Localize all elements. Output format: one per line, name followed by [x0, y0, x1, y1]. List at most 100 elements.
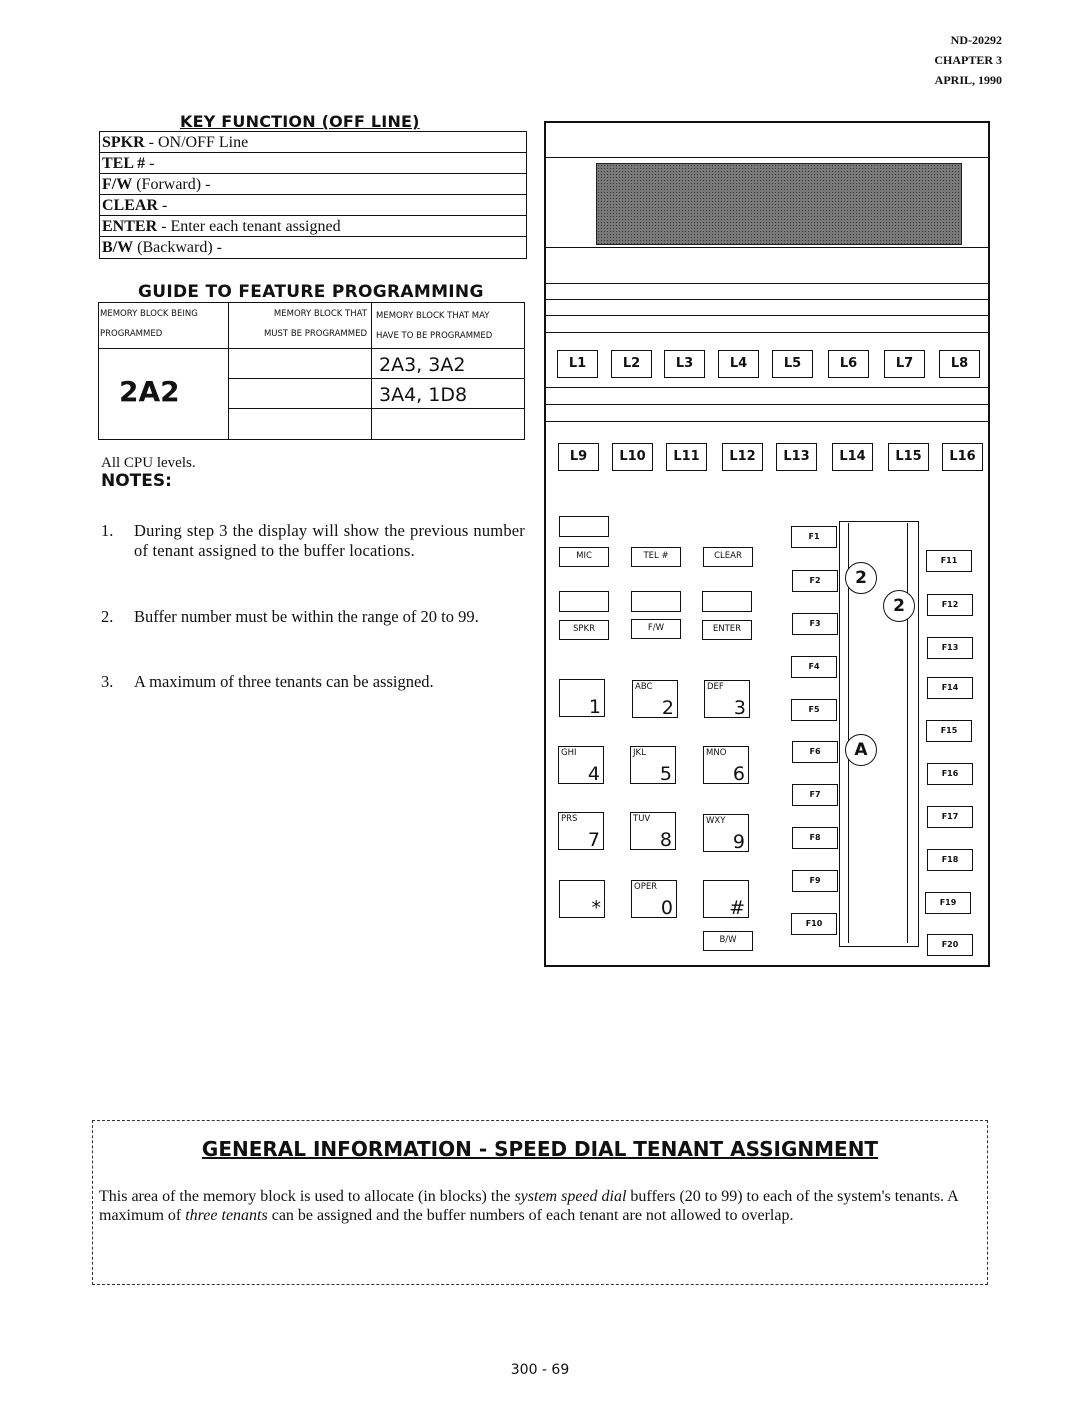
line-key-l4[interactable]: L4 — [718, 350, 759, 378]
dial-key-1[interactable]: 1 — [559, 679, 605, 718]
function-key-f17[interactable]: F17 — [927, 806, 973, 828]
function-key-f19[interactable]: F19 — [925, 892, 971, 914]
header-line: HAVE TO BE PROGRAMMED — [376, 331, 493, 341]
function-key-f11[interactable]: F11 — [926, 550, 972, 572]
function-key-f7[interactable]: F7 — [792, 784, 838, 806]
line-key-l7[interactable]: L7 — [884, 350, 925, 378]
dial-key-0[interactable]: OPER 0 — [631, 880, 677, 919]
line-key-l13[interactable]: L13 — [776, 443, 817, 471]
header-line: MEMORY BLOCK THAT MAY — [376, 311, 490, 321]
function-key-f16[interactable]: F16 — [927, 763, 973, 785]
function-key-f9[interactable]: F9 — [792, 870, 838, 892]
note-item: 1. During step 3 the display will show t… — [101, 521, 525, 561]
spkr-indicator — [559, 591, 609, 612]
line-key-l12[interactable]: L12 — [722, 443, 763, 471]
dial-digit: * — [591, 897, 602, 919]
bw-button[interactable]: B/W — [703, 931, 753, 951]
note-item: 2. Buffer number must be within the rang… — [101, 607, 525, 627]
key-name: SPKR — [102, 134, 145, 151]
line-key-l11[interactable]: L11 — [666, 443, 707, 471]
key-function-title: KEY FUNCTION (OFF LINE) — [180, 112, 420, 131]
col1-header: MEMORY BLOCK BEING PROGRAMMED — [100, 304, 198, 344]
key-desc: - ON/OFF Line — [144, 134, 249, 151]
block-being-programmed: 2A2 — [119, 375, 180, 408]
line-key-l2[interactable]: L2 — [611, 350, 652, 378]
note-text: During step 3 the display will show the … — [134, 521, 525, 560]
divider — [546, 299, 988, 300]
function-key-f4[interactable]: F4 — [791, 656, 837, 678]
note-item: 3. A maximum of three tenants can be ass… — [101, 672, 525, 692]
line-key-l1[interactable]: L1 — [557, 350, 598, 378]
line-key-l5[interactable]: L5 — [772, 350, 813, 378]
function-key-f20[interactable]: F20 — [927, 934, 973, 956]
divider — [546, 283, 988, 284]
line-key-l6[interactable]: L6 — [828, 350, 869, 378]
dial-key-star[interactable]: * — [559, 880, 605, 919]
dial-digit: # — [729, 897, 745, 919]
divider — [546, 247, 988, 248]
dial-digit: 7 — [587, 829, 600, 851]
fw-indicator — [631, 591, 681, 612]
divider — [546, 332, 988, 333]
header-line: MEMORY BLOCK THAT — [273, 309, 367, 319]
dial-key-3[interactable]: DEF 3 — [704, 680, 750, 719]
note-number: 1. — [101, 521, 114, 540]
step-callout-2: 2 — [845, 562, 877, 594]
function-key-f13[interactable]: F13 — [927, 637, 973, 659]
header-line: MEMORY BLOCK BEING — [100, 309, 198, 319]
function-key-f18[interactable]: F18 — [927, 849, 973, 871]
function-key-f3[interactable]: F3 — [792, 613, 838, 635]
function-key-f10[interactable]: F10 — [791, 913, 837, 935]
may-program-1: 2A3, 3A2 — [379, 354, 466, 376]
column-divider — [371, 303, 372, 439]
line-key-l3[interactable]: L3 — [664, 350, 705, 378]
dial-key-2[interactable]: ABC 2 — [632, 680, 678, 719]
key-desc: - — [158, 197, 168, 214]
divider — [546, 404, 988, 405]
mic-button[interactable]: MIC — [559, 547, 609, 567]
divider — [546, 157, 988, 158]
dial-digit: 5 — [659, 763, 672, 785]
dial-key-7[interactable]: PRS 7 — [558, 812, 604, 851]
dial-digit: 2 — [661, 697, 674, 719]
header-line: MUST BE PROGRAMMED — [263, 329, 367, 339]
dial-key-4[interactable]: GHI 4 — [558, 746, 604, 785]
line-key-l10[interactable]: L10 — [612, 443, 653, 471]
clear-button[interactable]: CLEAR — [703, 547, 753, 567]
line-key-l14[interactable]: L14 — [832, 443, 873, 471]
body-emphasis: three tenants — [185, 1207, 268, 1224]
enter-button[interactable]: ENTER — [702, 620, 752, 640]
dial-digit: 8 — [659, 829, 672, 851]
spkr-button[interactable]: SPKR — [559, 620, 609, 640]
dial-key-hash[interactable]: # — [703, 880, 749, 919]
dial-key-9[interactable]: WXY 9 — [703, 814, 749, 853]
function-key-f1[interactable]: F1 — [791, 526, 837, 548]
function-key-f15[interactable]: F15 — [926, 720, 972, 742]
function-key-f12[interactable]: F12 — [927, 594, 973, 616]
tel-button[interactable]: TEL # — [631, 547, 681, 567]
key-name: F/W — [102, 176, 133, 193]
dial-key-5[interactable]: JKL 5 — [630, 746, 676, 785]
function-key-f14[interactable]: F14 — [927, 677, 973, 699]
key-function-row: B/W (Backward) - — [100, 237, 526, 258]
fw-button[interactable]: F/W — [631, 619, 681, 639]
row-divider — [228, 408, 524, 409]
dial-key-8[interactable]: TUV 8 — [630, 812, 676, 851]
col3-header: MEMORY BLOCK THAT MAY HAVE TO BE PROGRAM… — [376, 306, 492, 346]
line-key-l8[interactable]: L8 — [939, 350, 980, 378]
dial-letters: JKL — [633, 748, 646, 758]
dial-letters: MNO — [706, 748, 727, 758]
guide-title: GUIDE TO FEATURE PROGRAMMING — [138, 282, 484, 302]
dial-key-6[interactable]: MNO 6 — [703, 746, 749, 785]
function-key-f6[interactable]: F6 — [792, 741, 838, 763]
function-key-f8[interactable]: F8 — [792, 827, 838, 849]
line-key-l15[interactable]: L15 — [888, 443, 929, 471]
function-key-f2[interactable]: F2 — [792, 570, 838, 592]
divider — [546, 387, 988, 388]
line-key-l16[interactable]: L16 — [942, 443, 983, 471]
line-key-l9[interactable]: L9 — [558, 443, 599, 471]
key-name: B/W — [102, 239, 134, 256]
note-text: A maximum of three tenants can be assign… — [134, 672, 434, 691]
function-key-f5[interactable]: F5 — [791, 699, 837, 721]
body-text: This area of the memory block is used to… — [99, 1188, 515, 1205]
